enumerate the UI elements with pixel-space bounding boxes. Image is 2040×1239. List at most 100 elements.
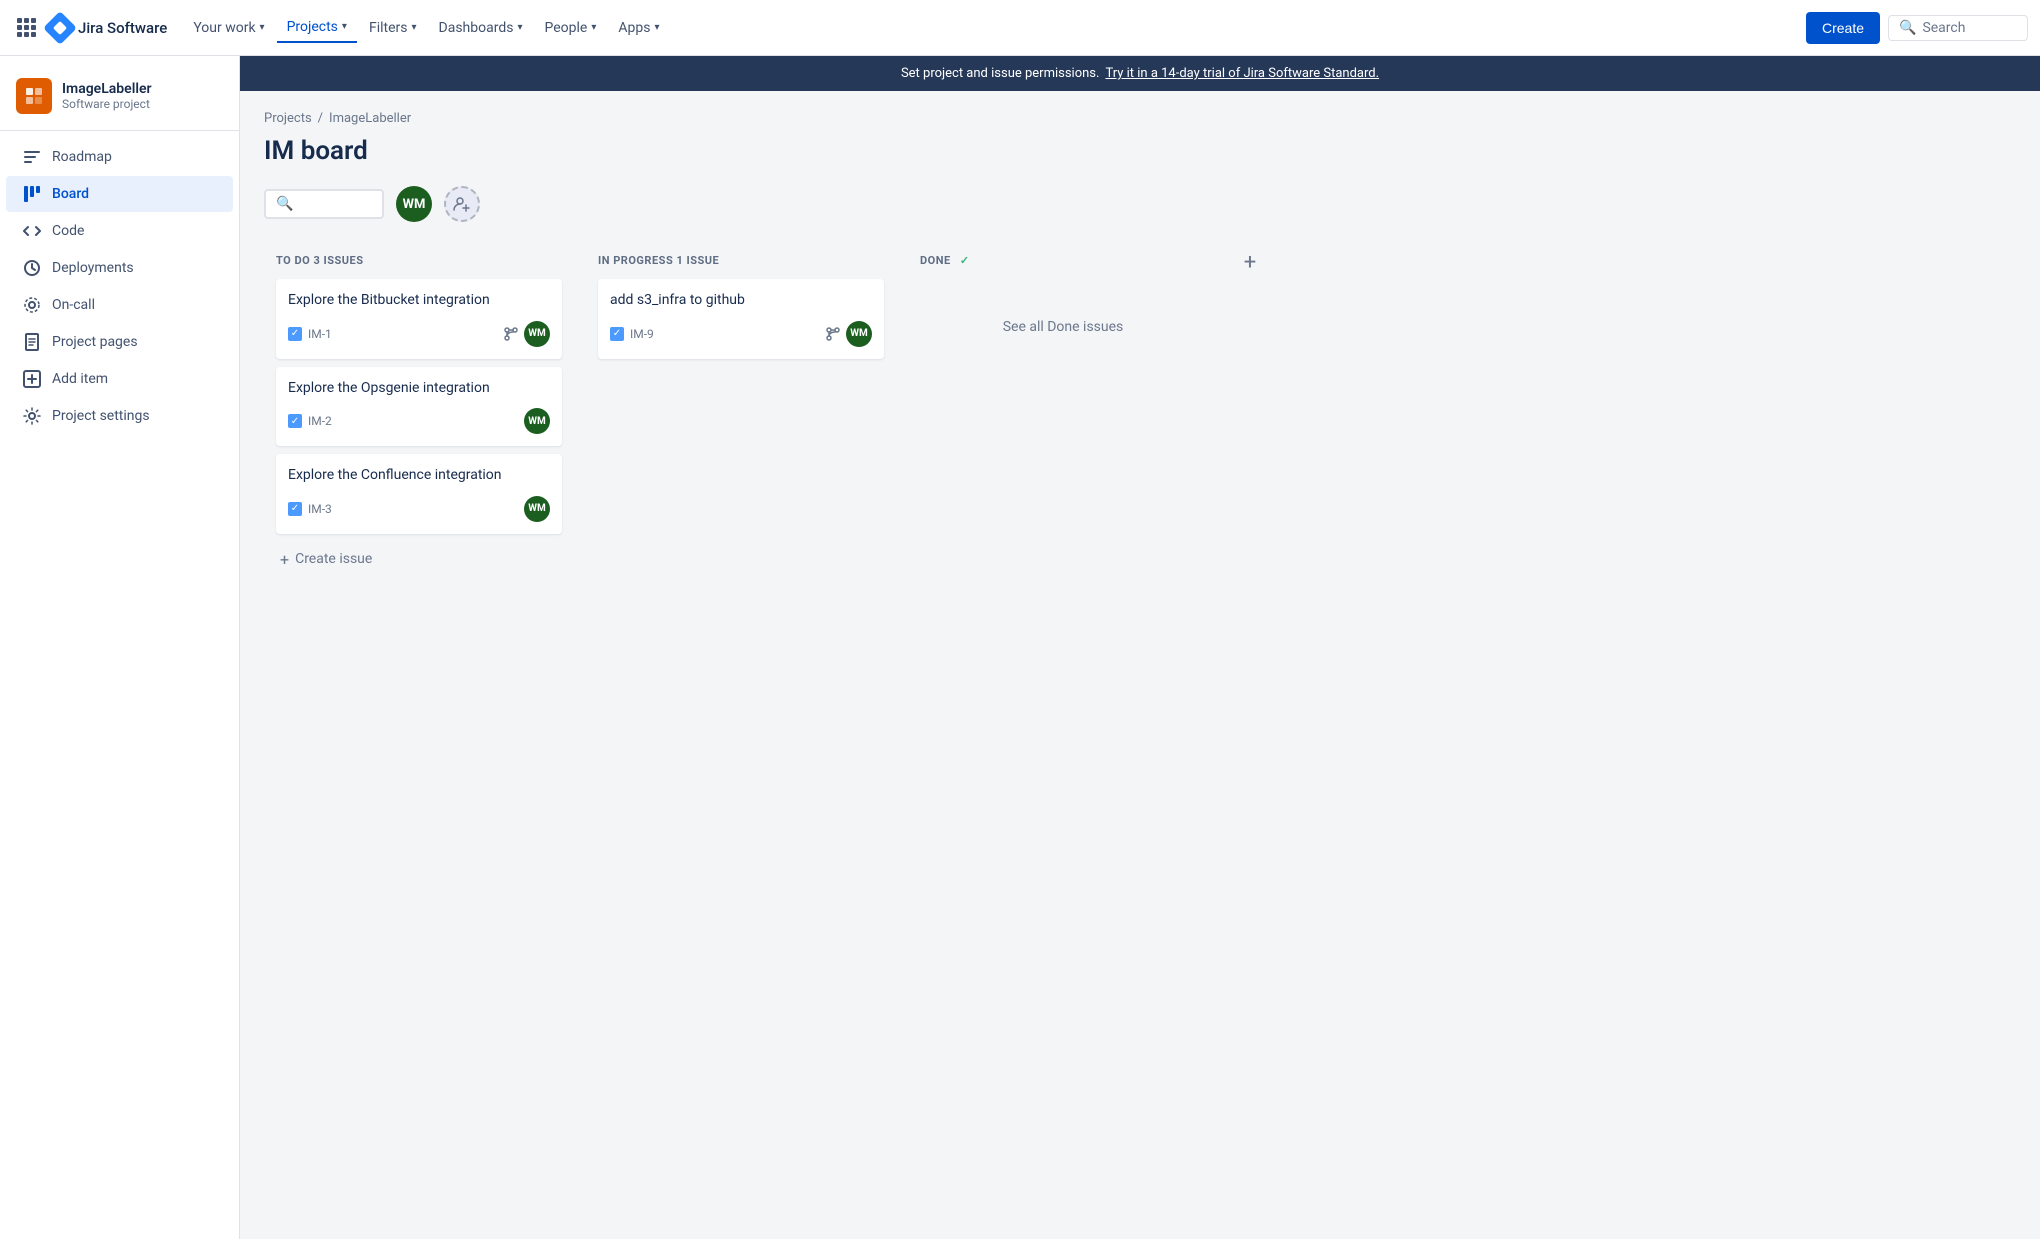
card-icons: WM <box>524 496 550 522</box>
plus-icon: + <box>1244 250 1256 275</box>
logo-diamond-icon <box>43 11 77 45</box>
board-icon <box>22 184 42 204</box>
card-id: IM-3 <box>308 502 332 516</box>
nav-apps[interactable]: Apps ▾ <box>608 14 669 42</box>
chevron-down-icon: ▾ <box>411 22 416 33</box>
create-issue-button[interactable]: + Create issue <box>276 542 562 577</box>
card-meta: ✓ IM-3 <box>288 502 332 516</box>
sidebar-item-on-call[interactable]: On-call <box>6 287 233 323</box>
on-call-icon <box>22 295 42 315</box>
sidebar-item-add-item[interactable]: Add item <box>6 361 233 397</box>
nav-items: Your work ▾ Projects ▾ Filters ▾ Dashboa… <box>183 13 1806 43</box>
done-column: DONE ✓ See all Done issues <box>908 242 1218 387</box>
card-assignee-avatar: WM <box>524 321 550 347</box>
done-column-title: DONE ✓ <box>920 254 970 267</box>
card-meta: ✓ IM-1 <box>288 327 332 341</box>
todo-column: TO DO 3 ISSUES Explore the Bitbucket int… <box>264 242 574 589</box>
branch-icon <box>826 327 840 341</box>
card-title: Explore the Opsgenie integration <box>288 379 550 399</box>
card-title: Explore the Confluence integration <box>288 466 550 486</box>
project-type: Software project <box>62 97 152 111</box>
board-columns: TO DO 3 ISSUES Explore the Bitbucket int… <box>264 242 2016 589</box>
todo-column-title: TO DO 3 ISSUES <box>276 254 363 267</box>
chevron-down-icon: ▾ <box>517 22 522 33</box>
card-checkbox-icon: ✓ <box>288 327 302 341</box>
breadcrumb-projects[interactable]: Projects <box>264 111 312 126</box>
search-icon: 🔍 <box>276 196 293 212</box>
board-card-im1[interactable]: Explore the Bitbucket integration ✓ IM-1 <box>276 279 562 359</box>
project-name: ImageLabeller <box>62 81 152 97</box>
card-assignee-avatar: WM <box>524 496 550 522</box>
project-icon <box>16 78 52 114</box>
card-checkbox-icon: ✓ <box>288 502 302 516</box>
board-filters: 🔍 WM <box>264 186 2016 222</box>
in-progress-column-title: IN PROGRESS 1 ISSUE <box>598 254 719 267</box>
add-avatar-button[interactable] <box>444 186 480 222</box>
pages-icon <box>22 332 42 352</box>
board-card-im3[interactable]: Explore the Confluence integration ✓ IM-… <box>276 454 562 534</box>
banner-link[interactable]: Try it in a 14-day trial of Jira Softwar… <box>1105 66 1379 81</box>
sidebar-item-roadmap[interactable]: Roadmap <box>6 139 233 175</box>
card-assignee-avatar: WM <box>524 408 550 434</box>
banner: Set project and issue permissions. Try i… <box>240 56 2040 91</box>
create-button[interactable]: Create <box>1806 12 1880 44</box>
card-assignee-avatar: WM <box>846 321 872 347</box>
avatar-wm[interactable]: WM <box>396 186 432 222</box>
sidebar-item-board[interactable]: Board <box>6 176 233 212</box>
board-search-input[interactable]: 🔍 <box>264 189 384 219</box>
plus-icon: + <box>280 550 289 569</box>
search-box[interactable]: 🔍 Search <box>1888 15 2028 41</box>
card-id: IM-1 <box>308 327 332 341</box>
nav-dashboards[interactable]: Dashboards ▾ <box>429 14 533 42</box>
card-meta: ✓ IM-9 <box>610 327 654 341</box>
logo-text: Jira Software <box>78 19 167 37</box>
nav-projects[interactable]: Projects ▾ <box>277 13 357 43</box>
card-footer: ✓ IM-9 WM <box>610 321 872 347</box>
chevron-down-icon: ▾ <box>260 22 265 33</box>
todo-column-header: TO DO 3 ISSUES <box>276 254 562 267</box>
card-footer: ✓ IM-1 WM <box>288 321 550 347</box>
card-footer: ✓ IM-3 WM <box>288 496 550 522</box>
add-item-icon <box>22 369 42 389</box>
sidebar: ImageLabeller Software project Roadmap B… <box>0 56 240 1239</box>
chevron-down-icon: ▾ <box>342 21 347 32</box>
branch-icon <box>504 327 518 341</box>
grid-menu-button[interactable] <box>12 14 40 42</box>
nav-filters[interactable]: Filters ▾ <box>359 14 427 42</box>
settings-icon <box>22 406 42 426</box>
board-card-im2[interactable]: Explore the Opsgenie integration ✓ IM-2 … <box>276 367 562 447</box>
project-info: ImageLabeller Software project <box>62 81 152 111</box>
breadcrumb: Projects / ImageLabeller <box>264 111 2016 126</box>
grid-icon <box>17 18 36 37</box>
banner-text: Set project and issue permissions. <box>901 66 1100 81</box>
deployments-icon <box>22 258 42 278</box>
card-icons: WM <box>504 321 550 347</box>
nav-people[interactable]: People ▾ <box>534 14 606 42</box>
sidebar-item-project-pages[interactable]: Project pages <box>6 324 233 360</box>
sidebar-item-code[interactable]: Code <box>6 213 233 249</box>
card-icons: WM <box>826 321 872 347</box>
search-icon: 🔍 <box>1899 20 1916 36</box>
in-progress-column: IN PROGRESS 1 ISSUE add s3_infra to gith… <box>586 242 896 379</box>
card-title: Explore the Bitbucket integration <box>288 291 550 311</box>
board-card-im9[interactable]: add s3_infra to github ✓ IM-9 WM <box>598 279 884 359</box>
card-icons: WM <box>524 408 550 434</box>
add-column-button[interactable]: + <box>1230 242 1270 282</box>
page-title: IM board <box>264 136 2016 166</box>
card-meta: ✓ IM-2 <box>288 414 332 428</box>
see-all-done-button[interactable]: See all Done issues <box>920 279 1206 375</box>
breadcrumb-image-labeller[interactable]: ImageLabeller <box>329 111 411 126</box>
card-id: IM-2 <box>308 414 332 428</box>
sidebar-item-deployments[interactable]: Deployments <box>6 250 233 286</box>
page-area: Projects / ImageLabeller IM board 🔍 WM <box>240 91 2040 609</box>
card-title: add s3_infra to github <box>610 291 872 311</box>
logo[interactable]: Jira Software <box>48 16 167 40</box>
in-progress-column-header: IN PROGRESS 1 ISSUE <box>598 254 884 267</box>
card-id: IM-9 <box>630 327 654 341</box>
nav-your-work[interactable]: Your work ▾ <box>183 14 274 42</box>
card-checkbox-icon: ✓ <box>288 414 302 428</box>
app-layout: ImageLabeller Software project Roadmap B… <box>0 56 2040 609</box>
sidebar-item-project-settings[interactable]: Project settings <box>6 398 233 434</box>
card-footer: ✓ IM-2 WM <box>288 408 550 434</box>
done-check-icon: ✓ <box>960 254 970 267</box>
